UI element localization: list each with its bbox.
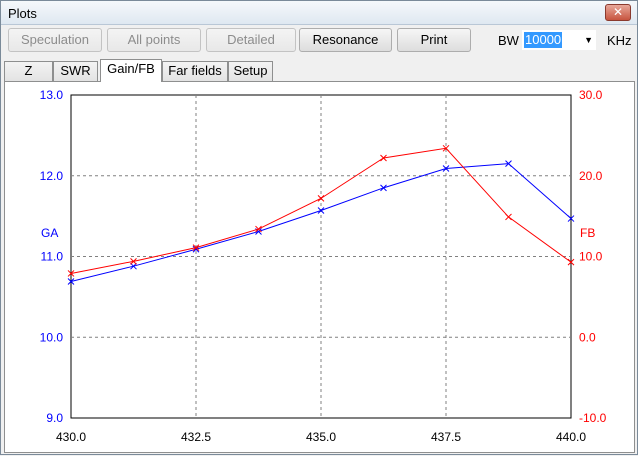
fb-series-point: [317, 195, 325, 202]
right-tick-label: -10.0: [579, 411, 607, 425]
left-axis-label: GA: [41, 226, 58, 240]
gain-fb-chart: 430.0 432.5 435.0 437.5 440.0 9.0 10.0 11.0 12.0…: [40, 88, 607, 444]
ga-series-point: [380, 184, 387, 192]
right-axis-label: FB: [580, 226, 595, 240]
ga-series-point: [317, 207, 325, 214]
right-tick-label: 10.0: [579, 250, 603, 264]
left-tick-label: 11.0: [41, 250, 64, 264]
x-tick-label: 430.0: [56, 430, 86, 444]
plots-window: Plots ✕ Speculation All points Detailed …: [0, 0, 638, 455]
left-tick-label: 10.0: [40, 330, 64, 344]
tab-gain-fb[interactable]: Gain/FB: [100, 59, 162, 82]
left-tick-label: 9.0: [46, 411, 63, 425]
x-tick-label: 435.0: [306, 430, 336, 444]
right-tick-label: 30.0: [579, 88, 603, 102]
left-tick-label: 13.0: [40, 88, 64, 102]
x-tick-label: 437.5: [431, 430, 461, 444]
right-tick-label: 20.0: [579, 169, 603, 183]
x-tick-label: 432.5: [181, 430, 211, 444]
x-tick-label: 440.0: [556, 430, 586, 444]
fb-series-point: [505, 213, 512, 221]
right-tick-label: 0.0: [579, 330, 596, 344]
left-tick-label: 12.0: [40, 169, 64, 183]
